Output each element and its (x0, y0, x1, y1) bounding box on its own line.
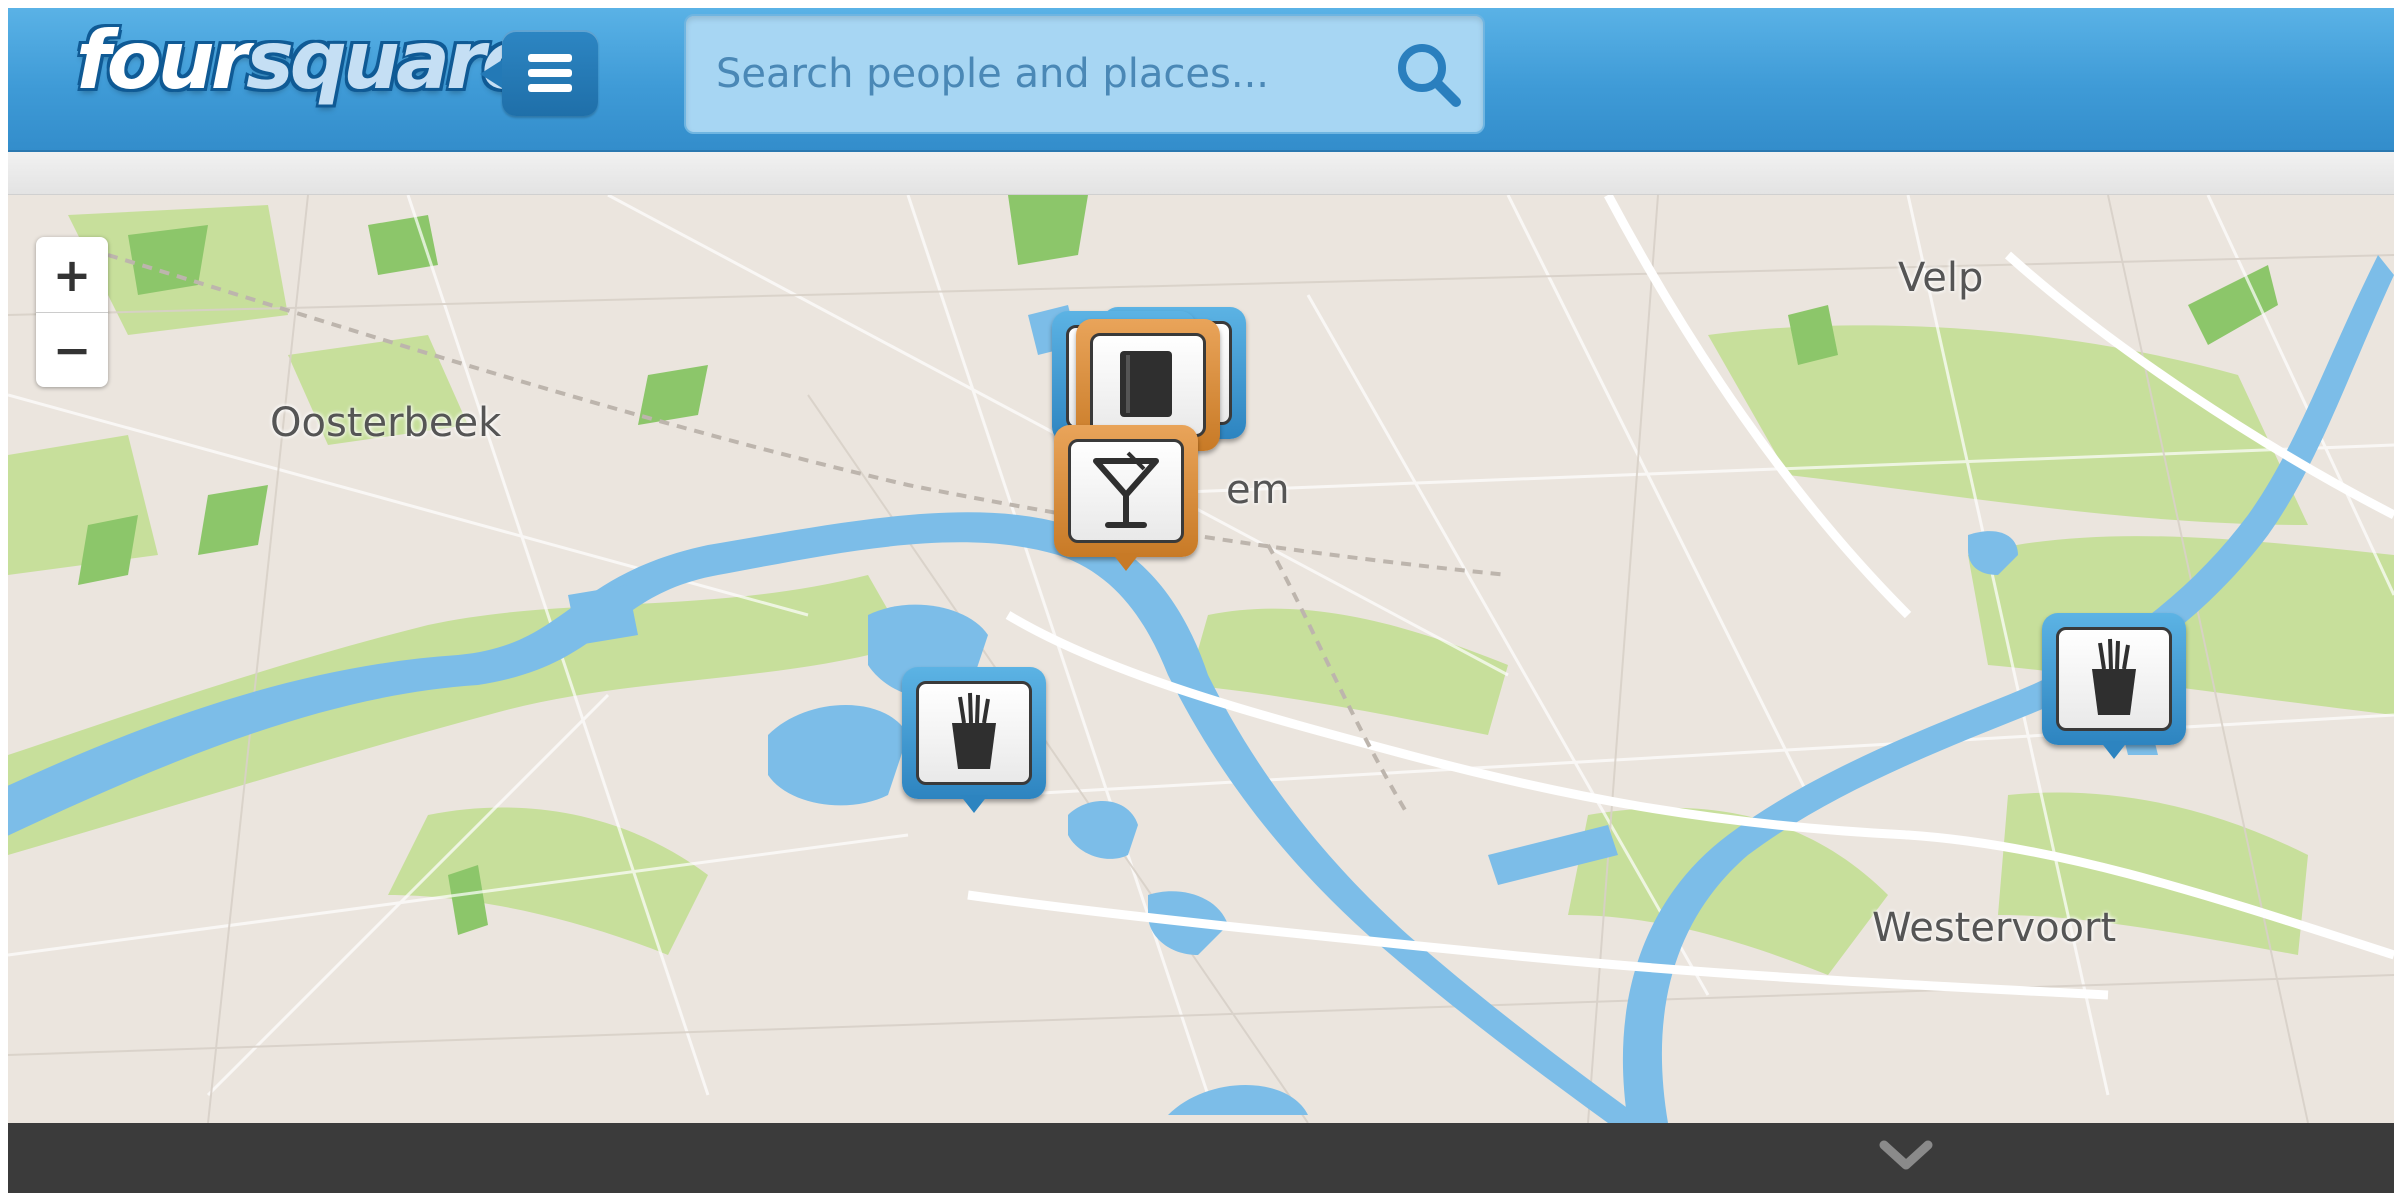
hamburger-icon (528, 54, 572, 62)
venue-pin-food-west[interactable] (902, 667, 1046, 813)
zoom-control: + − (36, 237, 108, 387)
app-frame: foursquare Search people and places... O… (8, 8, 2394, 1193)
pin-tip (1112, 553, 1140, 571)
pin-tip (2100, 741, 2128, 759)
cocktail-icon (1093, 451, 1159, 528)
place-label-oosterbeek: Oosterbeek (270, 400, 502, 446)
hamburger-icon-bar (528, 84, 572, 92)
venue-pin-cocktail[interactable] (1054, 425, 1198, 571)
bottom-drawer-bar[interactable] (8, 1123, 2394, 1193)
header-shadow-bar (8, 152, 2394, 195)
place-label-velp: Velp (1898, 255, 1984, 301)
search-icon[interactable] (1392, 38, 1464, 110)
food-icon (2092, 638, 2136, 715)
logo-part-four: four (76, 14, 250, 107)
place-label-arnhem: em (1226, 467, 1290, 513)
chevron-down-icon[interactable] (1878, 1139, 1934, 1173)
place-label-westervoort: Westervoort (1872, 905, 2117, 951)
top-header: foursquare (8, 8, 2394, 152)
foursquare-logo[interactable]: foursquare (76, 14, 536, 107)
search-box[interactable] (684, 14, 1485, 134)
venue-pin-food-east[interactable] (2042, 613, 2186, 759)
zoom-out-button[interactable]: − (36, 312, 108, 387)
pin-tip (960, 795, 988, 813)
hamburger-icon-bar (528, 69, 572, 77)
map-view[interactable]: Oosterbeek Velp em Westervoort + − (8, 195, 2394, 1123)
search-input[interactable] (716, 16, 1376, 132)
zoom-in-button[interactable]: + (36, 237, 108, 313)
food-icon (952, 692, 996, 769)
book-icon (1120, 351, 1172, 417)
menu-button[interactable] (480, 30, 598, 116)
